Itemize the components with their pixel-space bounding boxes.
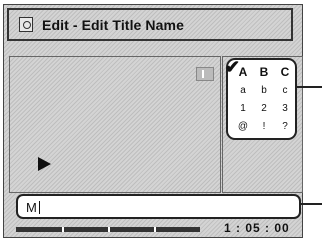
page-title: Edit - Edit Title Name	[42, 17, 184, 33]
char-key[interactable]: C	[276, 65, 294, 79]
char-row-symbols: @ ! ?	[234, 121, 294, 132]
callout-line	[300, 203, 322, 205]
char-row-digits: 1 2 3	[234, 103, 294, 114]
char-key[interactable]: !	[255, 121, 273, 132]
checkmark-icon: ✔	[225, 57, 241, 77]
playback-progress-bar	[16, 227, 200, 232]
playback-time: 1 : 05 : 00	[224, 221, 290, 235]
title-name-value: M	[26, 200, 40, 215]
char-key[interactable]: 2	[255, 103, 273, 114]
progress-divider	[62, 227, 64, 232]
progress-divider	[108, 227, 110, 232]
char-key[interactable]: @	[234, 121, 252, 132]
char-row-uppercase: A B C	[234, 65, 294, 79]
char-row-lowercase: a b c	[234, 85, 294, 96]
video-preview	[9, 56, 221, 193]
title-bar: Edit - Edit Title Name	[7, 8, 293, 41]
char-key[interactable]: a	[234, 85, 252, 96]
title-name-input[interactable]: M	[16, 194, 301, 219]
char-key[interactable]: b	[255, 85, 273, 96]
chapter-marker-icon	[196, 67, 214, 81]
char-key[interactable]: 1	[234, 103, 252, 114]
char-key[interactable]: c	[276, 85, 294, 96]
disc-edit-icon	[19, 17, 33, 32]
callout-line	[297, 86, 322, 88]
char-key[interactable]: B	[255, 65, 273, 79]
play-icon	[38, 157, 51, 171]
char-key[interactable]: 3	[276, 103, 294, 114]
progress-divider	[154, 227, 156, 232]
char-key[interactable]: ?	[276, 121, 294, 132]
